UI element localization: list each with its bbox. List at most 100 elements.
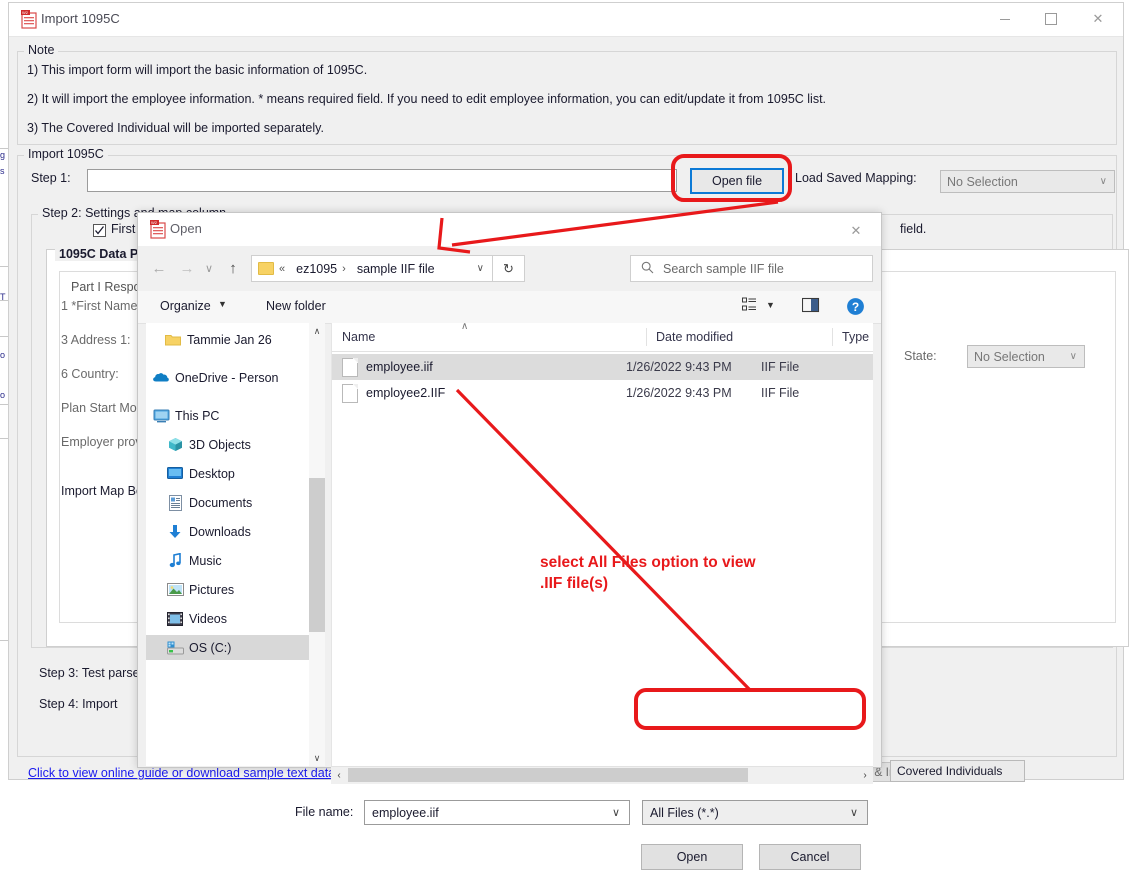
file-name-value: employee.iif bbox=[372, 806, 439, 820]
sidebar-item-videos[interactable]: Videos bbox=[146, 606, 309, 631]
column-header-date-modified[interactable]: Date modified bbox=[656, 330, 733, 344]
note-line-1: 1) This import form will import the basi… bbox=[27, 63, 367, 77]
open-dialog-body: Tammie Jan 26 OneDrive - Person This PC … bbox=[138, 323, 881, 767]
sidebar-item-documents[interactable]: Documents bbox=[146, 490, 309, 515]
back-icon[interactable]: ← bbox=[146, 255, 172, 282]
scroll-right-icon[interactable]: › bbox=[857, 767, 873, 783]
chevron-down-icon[interactable]: ▼ bbox=[766, 300, 775, 310]
file-name-cell: employee.iif bbox=[366, 360, 626, 374]
view-list-icon[interactable] bbox=[742, 297, 759, 313]
svg-text:W2: W2 bbox=[151, 220, 158, 225]
load-saved-mapping-value: No Selection bbox=[941, 175, 1018, 189]
sidebar-item-label: OS (C:) bbox=[189, 641, 231, 655]
file-icon bbox=[342, 384, 358, 403]
address-bar[interactable]: « ez1095 › sample IIF file ∨ bbox=[251, 255, 493, 282]
search-icon bbox=[641, 261, 654, 277]
3d-objects-icon bbox=[166, 436, 184, 454]
file-type-select[interactable]: All Files (*.*) ∨ bbox=[642, 800, 868, 825]
chevron-down-icon[interactable]: ∨ bbox=[477, 263, 484, 274]
scroll-up-icon[interactable]: ∧ bbox=[309, 323, 325, 339]
online-guide-link[interactable]: Click to view online guide or download s… bbox=[28, 766, 358, 780]
forward-icon[interactable]: → bbox=[174, 255, 200, 282]
open-dialog-title: Open bbox=[170, 221, 202, 236]
navigation-pane-scrollbar[interactable]: ∧ ∨ bbox=[309, 323, 325, 766]
sidebar-item-music[interactable]: Music bbox=[146, 548, 309, 573]
music-icon bbox=[166, 552, 184, 570]
field-state-label: State: bbox=[904, 349, 937, 363]
sidebar-item-os-c[interactable]: OS (C:) bbox=[146, 635, 309, 660]
chevron-down-icon[interactable]: ∨ bbox=[612, 806, 620, 819]
videos-icon bbox=[166, 610, 184, 628]
sidebar-item-label: Pictures bbox=[189, 583, 234, 597]
up-one-level-icon[interactable]: ↑ bbox=[220, 255, 246, 282]
file-name-cell: employee2.IIF bbox=[366, 386, 626, 400]
sidebar-item-desktop[interactable]: Desktop bbox=[146, 461, 309, 486]
address-overflow-icon[interactable]: « bbox=[279, 263, 285, 275]
step1-file-input[interactable] bbox=[87, 169, 677, 192]
open-dialog-close-icon[interactable]: ✕ bbox=[839, 219, 873, 243]
state-select[interactable]: No Selection ∨ bbox=[967, 345, 1085, 368]
sidebar-item-tammie-jan-26[interactable]: Tammie Jan 26 bbox=[146, 327, 309, 352]
file-icon bbox=[342, 358, 358, 377]
maximize-button[interactable] bbox=[1028, 3, 1074, 35]
file-list-header: ∧ Name Date modified Type bbox=[332, 323, 873, 352]
preview-pane-icon[interactable] bbox=[802, 297, 820, 313]
scroll-left-icon[interactable]: ‹ bbox=[331, 767, 347, 783]
organize-button[interactable]: Organize bbox=[160, 299, 211, 313]
sidebar-item-label: Downloads bbox=[189, 525, 251, 539]
open-button[interactable]: Open bbox=[641, 844, 743, 870]
first-line-checkbox[interactable] bbox=[93, 224, 106, 237]
annotation-callout-text: select All Files option to view .IIF fil… bbox=[540, 552, 756, 594]
desktop-icon bbox=[166, 465, 184, 483]
field-address1-label: 3 Address 1: bbox=[61, 333, 131, 347]
chevron-down-icon[interactable]: ▼ bbox=[218, 299, 227, 309]
search-input[interactable]: Search sample IIF file bbox=[630, 255, 873, 282]
import-map-box-label: Import Map Bo bbox=[61, 484, 143, 498]
sidebar-item-label: Tammie Jan 26 bbox=[187, 333, 272, 347]
window-title: Import 1095C bbox=[41, 11, 120, 26]
minimize-button[interactable] bbox=[982, 3, 1028, 35]
breadcrumb-ez1095[interactable]: ez1095 bbox=[296, 262, 337, 276]
document-1095c-icon: W2 bbox=[21, 10, 38, 29]
document-1095c-icon: W2 bbox=[150, 220, 167, 239]
sidebar-item-label: OneDrive - Person bbox=[175, 371, 279, 385]
scrollbar-thumb[interactable] bbox=[309, 478, 325, 632]
chevron-down-icon: ∨ bbox=[1094, 176, 1107, 187]
file-list-horizontal-scrollbar[interactable]: ‹ › bbox=[331, 766, 873, 784]
help-icon[interactable]: ? bbox=[846, 297, 865, 316]
chevron-down-icon[interactable]: ∨ bbox=[850, 806, 858, 819]
cancel-button[interactable]: Cancel bbox=[759, 844, 861, 870]
sidebar-item-onedrive[interactable]: OneDrive - Person bbox=[146, 365, 309, 390]
note-line-3: 3) The Covered Individual will be import… bbox=[27, 121, 324, 135]
new-folder-button[interactable]: New folder bbox=[266, 299, 326, 313]
file-name-input[interactable]: employee.iif ∨ bbox=[364, 800, 630, 825]
sidebar-item-pictures[interactable]: Pictures bbox=[146, 577, 309, 602]
column-header-name[interactable]: Name bbox=[342, 330, 375, 344]
search-placeholder: Search sample IIF file bbox=[663, 262, 784, 276]
scroll-down-icon[interactable]: ∨ bbox=[309, 750, 325, 766]
covered-individuals-tab[interactable]: Covered Individuals bbox=[890, 760, 1025, 782]
sidebar-item-label: This PC bbox=[175, 409, 219, 423]
field-employer-provided-label: Employer provi bbox=[61, 435, 144, 449]
sidebar-item-label: 3D Objects bbox=[189, 438, 251, 452]
sidebar-item-this-pc[interactable]: This PC bbox=[146, 403, 309, 428]
column-header-type[interactable]: Type bbox=[842, 330, 869, 344]
sidebar-item-label: Documents bbox=[189, 496, 252, 510]
note-line-2: 2) It will import the employee informati… bbox=[27, 92, 826, 106]
breadcrumb-sample-iif-file[interactable]: sample IIF file bbox=[357, 262, 435, 276]
open-file-button[interactable]: Open file bbox=[690, 168, 784, 194]
onedrive-icon bbox=[152, 369, 170, 387]
sidebar-item-downloads[interactable]: Downloads bbox=[146, 519, 309, 544]
refresh-icon[interactable]: ↻ bbox=[493, 255, 525, 282]
recent-locations-icon[interactable]: ∨ bbox=[200, 255, 218, 282]
load-saved-mapping-select[interactable]: No Selection ∨ bbox=[940, 170, 1115, 193]
file-type-value: All Files (*.*) bbox=[650, 806, 719, 820]
load-saved-mapping-label: Load Saved Mapping: bbox=[795, 171, 917, 185]
table-row[interactable]: employee2.IIF 1/26/2022 9:43 PM IIF File bbox=[332, 380, 873, 406]
import-legend: Import 1095C bbox=[24, 147, 108, 161]
table-row[interactable]: employee.iif 1/26/2022 9:43 PM IIF File bbox=[332, 354, 873, 380]
chevron-down-icon: ∨ bbox=[1064, 351, 1077, 362]
close-button[interactable]: ✕ bbox=[1075, 3, 1121, 35]
scrollbar-thumb[interactable] bbox=[348, 768, 748, 782]
sidebar-item-3d-objects[interactable]: 3D Objects bbox=[146, 432, 309, 457]
